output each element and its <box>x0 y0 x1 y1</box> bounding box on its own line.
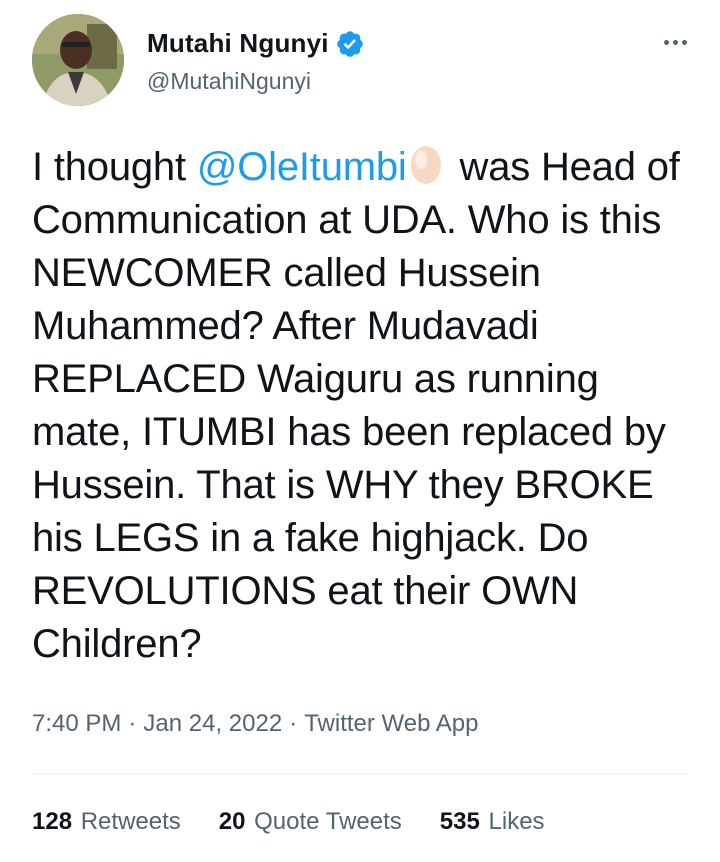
avatar[interactable] <box>32 14 124 106</box>
tweet-meta: 7:40 PM · Jan 24, 2022 · Twitter Web App <box>32 710 479 738</box>
more-options-icon[interactable] <box>662 32 698 52</box>
likes-stat[interactable]: 535 Likes <box>440 808 545 836</box>
verified-badge-icon <box>336 30 363 57</box>
handle[interactable]: @MutahiNgunyi <box>147 68 311 95</box>
tweet-text-part1: I thought <box>32 145 197 189</box>
tweet-date[interactable]: Jan 24, 2022 <box>143 710 282 737</box>
tweet-time[interactable]: 7:40 PM <box>32 710 121 737</box>
tweet-header: Mutahi Ngunyi @MutahiNgunyi <box>32 14 692 106</box>
display-name[interactable]: Mutahi Ngunyi <box>147 28 329 59</box>
retweets-label: Retweets <box>80 808 181 835</box>
quote-tweets-stat[interactable]: 20 Quote Tweets <box>219 808 402 836</box>
tweet-text-part2: was Head of Communication at UDA. Who is… <box>32 145 680 666</box>
meta-separator: · <box>289 710 298 737</box>
quote-tweets-count: 20 <box>218 808 246 835</box>
egg-emoji <box>410 146 441 184</box>
retweets-stat[interactable]: 128 Retweets <box>32 808 181 836</box>
meta-separator: · <box>128 710 137 737</box>
mention-link[interactable]: @OleItumbi <box>197 145 407 189</box>
tweet-text: I thought @OleItumbi was Head of Communi… <box>32 140 697 671</box>
likes-count: 535 <box>439 808 480 835</box>
name-row: Mutahi Ngunyi <box>147 28 365 59</box>
profile-photo <box>32 14 124 106</box>
quote-tweets-label: Quote Tweets <box>254 808 402 835</box>
tweet-stats: 128 Retweets 20 Quote Tweets 535 Likes <box>32 808 583 836</box>
retweets-count: 128 <box>32 808 73 835</box>
likes-label: Likes <box>488 808 545 835</box>
divider <box>32 773 688 774</box>
tweet-source[interactable]: Twitter Web App <box>304 710 478 737</box>
